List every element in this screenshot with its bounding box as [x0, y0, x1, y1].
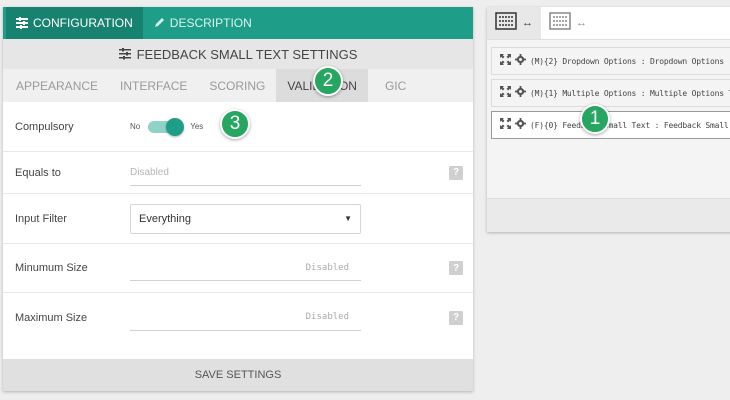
callout-badge-1: 1: [580, 104, 610, 134]
callout-badge-2: 2: [313, 66, 343, 96]
sliders-icon: [118, 48, 131, 60]
gear-icon[interactable]: [515, 116, 526, 134]
tab-configuration-label: CONFIGURATION: [33, 16, 133, 30]
sub-tab-bar: APPEARANCE INTERFACE SCORING VALIDATION …: [3, 69, 473, 102]
tab-description[interactable]: DESCRIPTION: [143, 7, 262, 39]
compulsory-label: Compulsory: [15, 120, 74, 133]
grid-view-button[interactable]: ↔: [487, 7, 541, 39]
input-filter-select[interactable]: Everything ▼: [130, 203, 361, 234]
equals-to-input[interactable]: [130, 159, 361, 186]
tab-description-label: DESCRIPTION: [169, 16, 252, 30]
resize-arrows-icon: ↔: [576, 17, 587, 29]
item-label: (M){1} Multiple Options : Multiple Optio…: [530, 88, 730, 98]
settings-title: FEEDBACK SMALL TEXT SETTINGS: [3, 39, 473, 69]
compulsory-toggle-group: No Yes: [130, 117, 204, 136]
minimum-size-label: Minumum Size: [15, 262, 88, 274]
settings-panel: CONFIGURATION DESCRIPTION FEEDBACK SMALL…: [3, 7, 473, 391]
help-icon[interactable]: ?: [449, 310, 463, 325]
minimum-size-row: Minumum Size ?: [3, 244, 473, 293]
list-footer: [487, 198, 730, 232]
expand-icon[interactable]: [500, 52, 511, 70]
tab-appearance[interactable]: APPEARANCE: [5, 69, 109, 102]
view-toolbar: ↔ ↔: [487, 7, 730, 40]
minimum-size-input[interactable]: [130, 255, 361, 281]
help-icon[interactable]: ?: [449, 261, 463, 275]
equals-to-row: Equals to ?: [3, 152, 473, 194]
maximum-size-input[interactable]: [130, 304, 361, 331]
settings-title-text: FEEDBACK SMALL TEXT SETTINGS: [136, 46, 358, 62]
input-filter-label: Input Filter: [15, 212, 67, 225]
expand-icon[interactable]: [500, 84, 511, 102]
expand-icon[interactable]: [500, 116, 511, 134]
list-view-button[interactable]: ↔: [541, 7, 595, 39]
tab-configuration[interactable]: CONFIGURATION: [6, 7, 143, 39]
validation-form: Compulsory No Yes Equals to ? Input Filt…: [3, 102, 473, 359]
gear-icon[interactable]: [515, 52, 526, 70]
gear-icon[interactable]: [515, 84, 526, 102]
list-view-icon: [549, 11, 571, 35]
input-filter-row: Input Filter Everything ▼: [3, 194, 473, 244]
item-label: (M){2} Dropdown Options : Dropdown Optio…: [530, 56, 724, 66]
maximum-size-label: Maximum Size: [15, 311, 88, 324]
top-tab-bar: CONFIGURATION DESCRIPTION: [3, 7, 473, 39]
grid-view-icon: [495, 11, 517, 35]
tab-logic[interactable]: GIC: [368, 69, 417, 102]
item-label: (F){0} Feedback Small Text : Feedback Sm…: [530, 120, 729, 130]
toggle-knob: [166, 117, 185, 136]
pencil-icon: [153, 17, 165, 29]
tab-interface[interactable]: INTERFACE: [109, 69, 198, 102]
list-item[interactable]: (M){2} Dropdown Options : Dropdown Optio…: [491, 47, 730, 75]
equals-to-label: Equals to: [15, 166, 61, 179]
callout-badge-3: 3: [220, 109, 250, 139]
compulsory-toggle[interactable]: [148, 117, 185, 136]
list-item-selected[interactable]: (F){0} Feedback Small Text : Feedback Sm…: [491, 111, 730, 139]
help-icon[interactable]: ?: [449, 165, 463, 180]
save-settings-button[interactable]: SAVE SETTINGS: [3, 359, 473, 391]
toggle-no-label: No: [130, 122, 141, 131]
input-filter-value: Everything: [139, 212, 191, 225]
list-item[interactable]: (M){1} Multiple Options : Multiple Optio…: [491, 79, 730, 107]
tab-scoring[interactable]: SCORING: [198, 69, 276, 102]
maximum-size-row: Maximum Size ?: [3, 293, 473, 342]
chevron-down-icon: ▼: [344, 214, 352, 223]
sliders-icon: [16, 17, 28, 29]
toggle-yes-label: Yes: [190, 122, 204, 131]
resize-arrows-icon: ↔: [522, 17, 533, 29]
